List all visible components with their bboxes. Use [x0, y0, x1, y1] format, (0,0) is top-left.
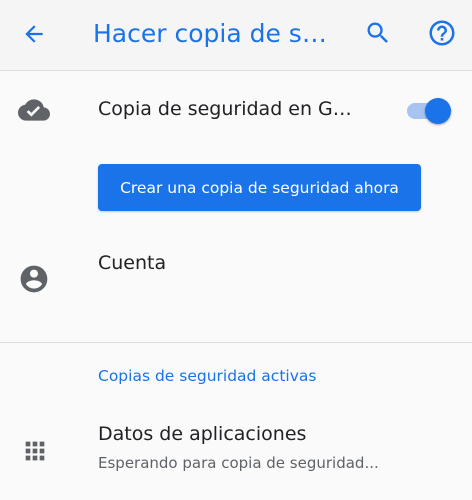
account-circle-icon: [17, 262, 51, 296]
app-data-status: Esperando para copia de seguridad...: [98, 454, 379, 472]
page-title: Hacer copia de seguridad: [93, 19, 333, 48]
backup-now-button[interactable]: Crear una copia de seguridad ahora: [98, 164, 421, 211]
apps-icon: [18, 434, 52, 468]
toggle-thumb: [425, 98, 451, 124]
help-icon: [429, 20, 455, 46]
account-label: Cuenta: [98, 252, 167, 274]
backup-toggle[interactable]: [403, 96, 453, 126]
app-bar: Hacer copia de seguridad: [0, 0, 472, 70]
active-backups-header: Copias de seguridad activas: [98, 367, 317, 385]
search-icon: [367, 22, 388, 43]
search-button[interactable]: [358, 13, 398, 53]
app-data-label: Datos de aplicaciones: [98, 423, 307, 445]
back-button[interactable]: [14, 14, 54, 54]
section-divider: [0, 342, 472, 343]
arrow-back-icon: [25, 25, 43, 43]
cloud-done-icon: [17, 93, 51, 127]
help-button[interactable]: [422, 13, 462, 53]
backup-setting-label: Copia de seguridad en Google Drive: [98, 98, 360, 120]
